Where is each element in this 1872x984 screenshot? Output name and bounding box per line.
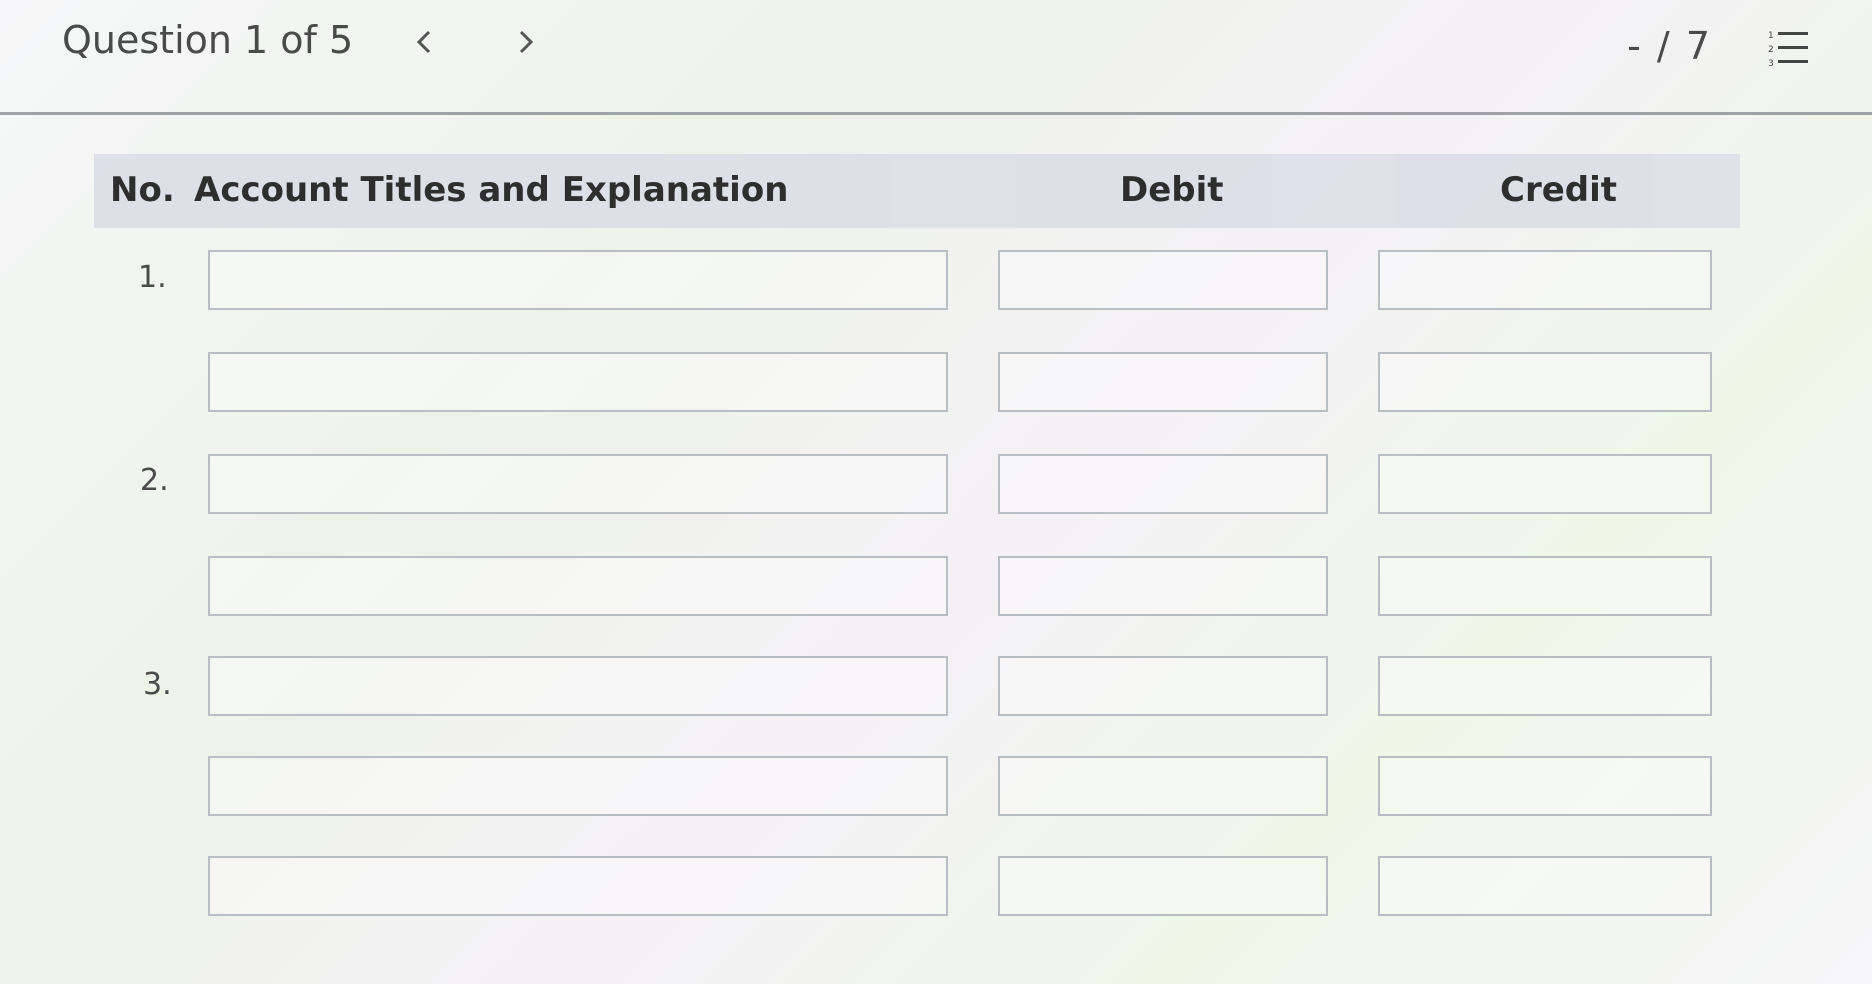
question-list-button[interactable]: 1 2 3 xyxy=(1766,26,1810,70)
credit-field[interactable] xyxy=(1378,250,1712,310)
account-title-field[interactable] xyxy=(208,656,948,716)
debit-field[interactable] xyxy=(998,756,1328,816)
credit-field[interactable] xyxy=(1378,656,1712,716)
chevron-left-icon xyxy=(416,30,431,54)
entry-number: 3. xyxy=(143,667,172,702)
account-title-field[interactable] xyxy=(208,556,948,616)
previous-question-button[interactable] xyxy=(404,22,444,62)
svg-text:1: 1 xyxy=(1768,31,1774,41)
column-header-account: Account Titles and Explanation xyxy=(194,170,789,210)
credit-field[interactable] xyxy=(1378,756,1712,816)
debit-field[interactable] xyxy=(998,454,1328,514)
column-header-no: No. xyxy=(110,170,175,210)
account-title-field[interactable] xyxy=(208,454,948,514)
account-title-field[interactable] xyxy=(208,856,948,916)
question-counter: Question 1 of 5 xyxy=(62,18,354,62)
toolbar-divider xyxy=(0,112,1872,115)
credit-field[interactable] xyxy=(1378,454,1712,514)
debit-field[interactable] xyxy=(998,656,1328,716)
account-title-field[interactable] xyxy=(208,756,948,816)
column-header-credit: Credit xyxy=(1500,170,1618,210)
svg-text:2: 2 xyxy=(1768,45,1774,55)
debit-field[interactable] xyxy=(998,556,1328,616)
debit-field[interactable] xyxy=(998,352,1328,412)
journal-table-header: No. Account Titles and Explanation Debit… xyxy=(94,154,1740,228)
debit-field[interactable] xyxy=(998,856,1328,916)
account-title-field[interactable] xyxy=(208,352,948,412)
question-toolbar: Question 1 of 5 - / 7 1 2 3 xyxy=(0,0,1872,112)
column-header-debit: Debit xyxy=(1120,170,1224,210)
numbered-list-icon: 1 2 3 xyxy=(1768,31,1808,69)
credit-field[interactable] xyxy=(1378,556,1712,616)
journal-entry-page: Question 1 of 5 - / 7 1 2 3 No. Account … xyxy=(0,0,1872,984)
debit-field[interactable] xyxy=(998,250,1328,310)
next-question-button[interactable] xyxy=(506,22,546,62)
credit-field[interactable] xyxy=(1378,352,1712,412)
entry-number: 2. xyxy=(140,463,169,498)
account-title-field[interactable] xyxy=(208,250,948,310)
svg-text:3: 3 xyxy=(1768,59,1774,69)
chevron-right-icon xyxy=(519,30,534,54)
entry-number: 1. xyxy=(138,260,167,295)
credit-field[interactable] xyxy=(1378,856,1712,916)
score-display: - / 7 xyxy=(1627,24,1712,68)
